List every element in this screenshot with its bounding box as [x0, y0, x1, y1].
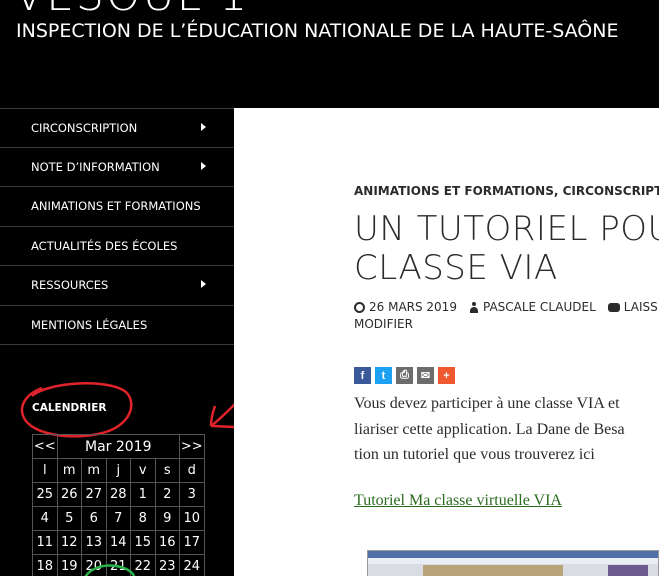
calendar-week-row: 11 12 13 14 15 16 17: [32, 530, 205, 555]
user-icon: [469, 301, 479, 313]
calendar-day[interactable]: 28: [105, 482, 131, 507]
email-icon[interactable]: ✉: [417, 367, 434, 384]
calendar-day[interactable]: 10: [179, 506, 205, 531]
calendar-day[interactable]: 9: [154, 506, 180, 531]
calendar-day[interactable]: 22: [130, 554, 156, 576]
calendar-day[interactable]: 26: [56, 482, 82, 507]
menu-item-note-information[interactable]: NOTE D’INFORMATION: [0, 148, 234, 187]
menu-item-label: ACTUALITÉS DES ÉCOLES: [31, 238, 178, 253]
calendar-weekdays-row: l m m j v s d: [32, 458, 205, 483]
screenshot-content: [423, 565, 563, 576]
menu-item-actualites-ecoles[interactable]: ACTUALITÉS DES ÉCOLES: [0, 227, 234, 266]
edit-link[interactable]: MODIFIER: [354, 317, 413, 331]
post-body-line: liariser cette application. La Dane de B…: [354, 420, 625, 438]
main-menu: CIRCONSCRIPTION NOTE D’INFORMATION ANIMA…: [0, 108, 234, 345]
print-icon[interactable]: ⎙: [396, 367, 413, 384]
site-description: INSPECTION DE L’ÉDUCATION NATIONALE DE L…: [16, 20, 619, 42]
calendar-day[interactable]: 6: [81, 506, 107, 531]
calendar-day[interactable]: 5: [56, 506, 82, 531]
menu-item-circonscription[interactable]: CIRCONSCRIPTION: [0, 108, 234, 148]
calendar-day[interactable]: 16: [154, 530, 180, 555]
calendar-day[interactable]: 20: [81, 554, 107, 576]
calendar-header-row: << Mar 2019 >>: [32, 434, 205, 459]
calendar-heading: CALENDRIER: [32, 402, 107, 414]
calendar-day[interactable]: 12: [56, 530, 82, 555]
tutorial-link[interactable]: Tutoriel Ma classe virtuelle VIA: [354, 492, 562, 510]
calendar-day[interactable]: 3: [179, 482, 205, 507]
sidebar: CIRCONSCRIPTION NOTE D’INFORMATION ANIMA…: [0, 108, 234, 576]
post-comment-text: LAISS: [623, 300, 658, 314]
share-plus-icon[interactable]: +: [438, 367, 455, 384]
submenu-arrow-icon: [201, 280, 206, 289]
weekday: j: [105, 458, 131, 483]
calendar-day[interactable]: 19: [56, 554, 82, 576]
menu-item-mentions-legales[interactable]: MENTIONS LÉGALES: [0, 306, 234, 345]
calendar-month: Mar 2019: [56, 434, 180, 459]
tutorial-screenshot-image[interactable]: [367, 550, 659, 576]
screenshot-toolbar: [368, 558, 658, 564]
weekday: v: [130, 458, 156, 483]
calendar-day[interactable]: 1: [130, 482, 156, 507]
calendar-next-link[interactable]: >>: [179, 434, 205, 459]
calendar-day[interactable]: 8: [130, 506, 156, 531]
share-buttons: f t ⎙ ✉ +: [354, 367, 455, 384]
calendar-prev-link[interactable]: <<: [32, 434, 58, 459]
post-date[interactable]: 26 MARS 2019: [354, 300, 457, 314]
menu-item-label: MENTIONS LÉGALES: [31, 317, 148, 332]
clock-icon: [354, 301, 365, 313]
weekday: m: [56, 458, 82, 483]
weekday: l: [32, 458, 58, 483]
post-body-line: Vous devez participer à une classe VIA e…: [354, 395, 620, 412]
post-comment-link[interactable]: LAISS: [607, 300, 658, 314]
calendar-week-row: 18 19 20 21 22 23 24: [32, 554, 205, 576]
menu-item-label: ANIMATIONS ET FORMATIONS: [31, 199, 201, 214]
calendar-day[interactable]: 7: [105, 506, 131, 531]
calendar-day[interactable]: 18: [32, 554, 58, 576]
calendar-day[interactable]: 27: [81, 482, 107, 507]
post-body-line: tion un tutoriel que vous trouverez ici: [354, 446, 595, 463]
calendar-table: << Mar 2019 >> l m m j v s d 25 26 27 28…: [32, 434, 205, 576]
post-meta: 26 MARS 2019 PASCALE CLAUDEL LAISS: [354, 300, 658, 314]
post-title-line: CLASSE VIA: [354, 248, 558, 288]
calendar-day[interactable]: 17: [179, 530, 205, 555]
site-title[interactable]: VESOUL 1: [14, 0, 249, 21]
menu-item-label: NOTE D’INFORMATION: [31, 159, 160, 174]
twitter-icon[interactable]: t: [375, 367, 392, 384]
calendar-week-row: 25 26 27 28 1 2 3: [32, 482, 205, 507]
comment-icon: [607, 302, 620, 312]
post-body: Vous devez participer à une classe VIA e…: [354, 391, 625, 468]
screenshot-titlebar: [368, 551, 658, 558]
menu-item-animations-formations[interactable]: ANIMATIONS ET FORMATIONS: [0, 187, 234, 227]
post-title-line: UN TUTORIEL POUR: [354, 209, 659, 249]
menu-item-ressources[interactable]: RESSOURCES: [0, 266, 234, 306]
calendar-day[interactable]: 21: [105, 554, 131, 576]
menu-item-label: RESSOURCES: [31, 278, 109, 293]
calendar-day[interactable]: 2: [154, 482, 180, 507]
main-content: ANIMATIONS ET FORMATIONS, CIRCONSCRIPTIO…: [234, 108, 659, 576]
calendar-day[interactable]: 15: [130, 530, 156, 555]
post-date-text: 26 MARS 2019: [369, 300, 457, 314]
menu-item-label: CIRCONSCRIPTION: [31, 120, 138, 135]
calendar-day[interactable]: 13: [81, 530, 107, 555]
calendar-day[interactable]: 24: [179, 554, 205, 576]
submenu-arrow-icon: [201, 122, 206, 131]
facebook-icon[interactable]: f: [354, 367, 371, 384]
calendar-week-row: 4 5 6 7 8 9 10: [32, 506, 205, 531]
post-title: UN TUTORIEL POUR CLASSE VIA: [354, 210, 659, 288]
calendar-day[interactable]: 23: [154, 554, 180, 576]
calendar-day[interactable]: 4: [32, 506, 58, 531]
post-categories[interactable]: ANIMATIONS ET FORMATIONS, CIRCONSCRIPTIO…: [354, 184, 659, 198]
weekday: s: [154, 458, 180, 483]
weekday: m: [81, 458, 107, 483]
calendar-day[interactable]: 25: [32, 482, 58, 507]
post-author[interactable]: PASCALE CLAUDEL: [469, 300, 596, 314]
site-header: VESOUL 1 INSPECTION DE L’ÉDUCATION NATIO…: [0, 0, 659, 108]
submenu-arrow-icon: [201, 161, 206, 170]
calendar-day[interactable]: 11: [32, 530, 58, 555]
calendar-day[interactable]: 14: [105, 530, 131, 555]
weekday: d: [179, 458, 205, 483]
screenshot-sidepanel: [608, 565, 648, 576]
post-author-text: PASCALE CLAUDEL: [482, 300, 596, 314]
